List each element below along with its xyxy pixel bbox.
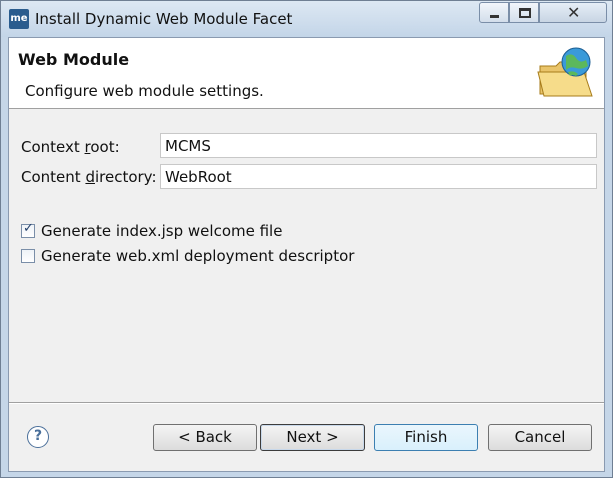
content-directory-label: Content directory: (21, 168, 157, 186)
generate-index-option[interactable]: ✓ Generate index.jsp welcome file (21, 221, 283, 240)
maximize-button[interactable] (509, 2, 539, 23)
button-bar-separator (9, 402, 604, 404)
checkmark-icon: ✓ (23, 221, 34, 236)
generate-webxml-label: Generate web.xml deployment descriptor (41, 247, 355, 265)
window-title: Install Dynamic Web Module Facet (35, 10, 293, 28)
dialog-window: me Install Dynamic Web Module Facet ✕ We… (0, 0, 613, 478)
cancel-button[interactable]: Cancel (488, 424, 592, 451)
next-button[interactable]: Next > (260, 424, 365, 451)
close-icon: ✕ (567, 3, 581, 22)
dialog-content: Web Module Configure web module settings… (8, 37, 605, 472)
help-button[interactable]: ? (27, 426, 49, 448)
generate-index-checkbox[interactable]: ✓ (21, 221, 35, 238)
finish-button[interactable]: Finish (374, 424, 478, 451)
page-title: Web Module (18, 50, 130, 69)
generate-index-label: Generate index.jsp welcome file (41, 222, 283, 240)
content-directory-input[interactable] (160, 164, 597, 189)
context-root-label: Context root: (21, 138, 120, 156)
wizard-banner: Web Module Configure web module settings… (9, 38, 604, 109)
app-icon: me (9, 9, 29, 29)
web-module-folder-icon (537, 47, 593, 97)
context-root-input[interactable] (160, 133, 597, 158)
generate-webxml-option[interactable]: Generate web.xml deployment descriptor (21, 247, 354, 265)
close-button[interactable]: ✕ (539, 2, 607, 23)
generate-webxml-checkbox[interactable] (21, 249, 35, 263)
minimize-icon (490, 15, 499, 18)
back-button[interactable]: < Back (153, 424, 257, 451)
page-description: Configure web module settings. (25, 82, 264, 100)
maximize-icon (519, 8, 531, 18)
minimize-button[interactable] (479, 2, 509, 23)
title-bar[interactable]: me Install Dynamic Web Module Facet ✕ (1, 1, 612, 37)
